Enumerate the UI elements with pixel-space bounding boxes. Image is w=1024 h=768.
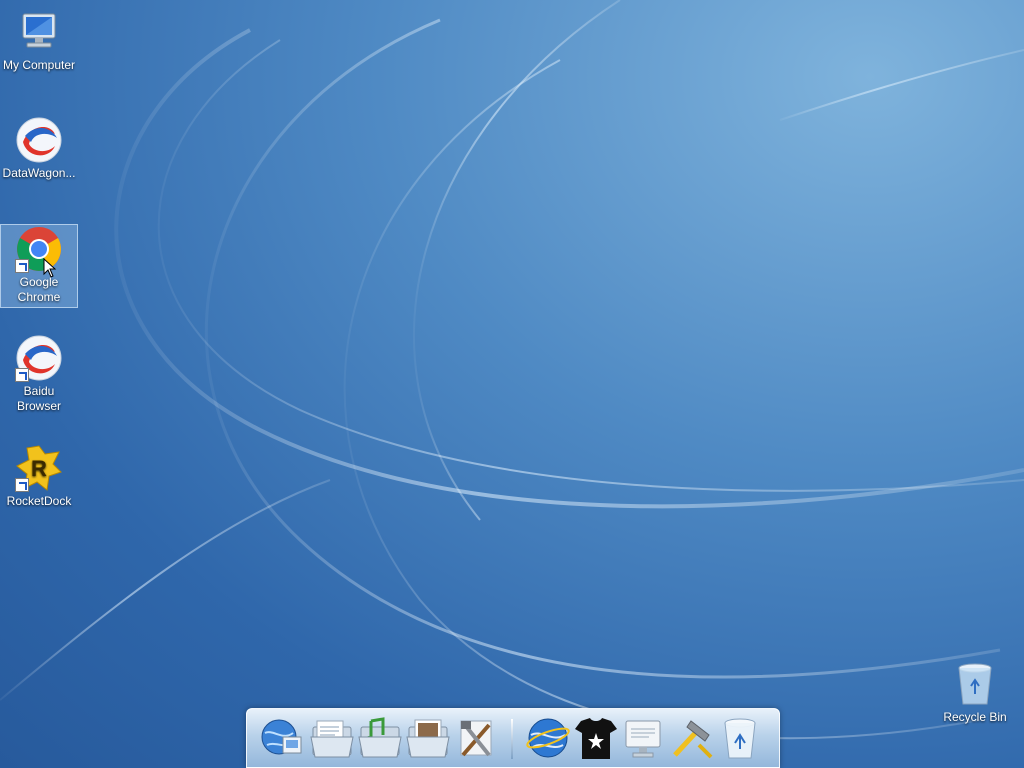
desktop-icon-label: My Computer — [2, 58, 76, 72]
music-folder-icon — [358, 717, 402, 758]
desktop-icon-datawagon[interactable]: DataWagon... — [1, 116, 77, 181]
documents-folder-icon — [310, 720, 354, 758]
desktop-icon-my-computer[interactable]: My Computer — [1, 8, 77, 73]
desktop-icon-label: Recycle Bin — [943, 710, 1007, 724]
pictures-folder-icon — [406, 719, 450, 758]
dock-item-tools[interactable] — [453, 715, 499, 761]
desktop-icon-google-chrome[interactable]: Google Chrome — [0, 224, 78, 308]
desktop-icon-label: RocketDock — [6, 494, 72, 508]
desktop-icon-rocketdock[interactable]: R RocketDock — [1, 444, 77, 509]
shortcut-arrow-icon — [15, 368, 29, 382]
dock-item-hammer[interactable] — [669, 715, 715, 761]
mouse-cursor-icon — [43, 258, 57, 278]
globe-network-icon — [261, 719, 302, 755]
desktop-icon-label: Chrome — [17, 290, 61, 304]
dock-item-monitor-settings[interactable] — [621, 715, 667, 761]
dock-separator — [511, 719, 513, 759]
desktop-icon-label: Baidu — [23, 384, 55, 398]
rocketdock-bar — [246, 708, 780, 768]
tshirt-icon — [575, 718, 617, 759]
desktop-icon-label: DataWagon... — [2, 166, 76, 180]
baidu-browser-icon — [15, 334, 63, 382]
dock-item-pictures-folder[interactable] — [405, 715, 451, 761]
hammer-icon — [673, 720, 713, 759]
desktop-icon-label: Google — [19, 275, 59, 289]
dock-item-globe-network[interactable] — [259, 715, 305, 761]
svg-text:R: R — [31, 456, 47, 481]
internet-globe-icon — [526, 718, 570, 758]
shortcut-arrow-icon — [15, 259, 29, 273]
recycle-bin-icon — [951, 660, 999, 708]
rocketdock-icon: R — [15, 444, 63, 492]
dock-item-music-folder[interactable] — [357, 715, 403, 761]
tools-icon — [460, 720, 492, 757]
desktop-icon-label: Browser — [16, 399, 61, 413]
dock-item-internet[interactable] — [525, 715, 571, 761]
wallpaper — [0, 0, 1024, 740]
desktop-icon-baidu-browser[interactable]: Baidu Browser — [1, 334, 77, 414]
recycle-bin-icon — [724, 718, 756, 759]
datawagon-icon — [15, 116, 63, 164]
desktop-icon-recycle-bin[interactable]: Recycle Bin — [937, 660, 1013, 725]
dock-item-tshirt[interactable] — [573, 715, 619, 761]
dock-item-recycle-bin[interactable] — [717, 715, 763, 761]
monitor-settings-icon — [625, 720, 661, 758]
dock-item-documents[interactable] — [309, 715, 355, 761]
shortcut-arrow-icon — [15, 478, 29, 492]
computer-icon — [15, 8, 63, 56]
